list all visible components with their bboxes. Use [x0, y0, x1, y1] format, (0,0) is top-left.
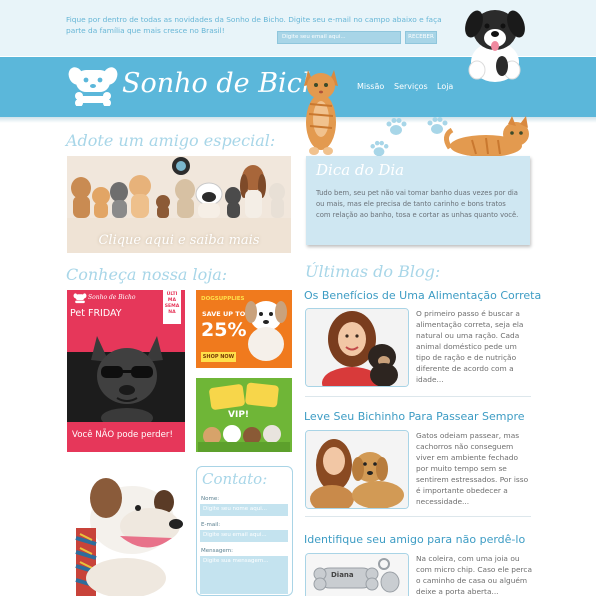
contact-message-textarea[interactable]: Digite sua mensagem... — [200, 556, 288, 594]
contact-form: Contato: Nome: Digite seu nome aqui... E… — [196, 466, 293, 596]
blog-post-title[interactable]: Os Benefícios de Uma Alimentação Correta — [304, 289, 541, 302]
puppy-illustration-icon — [245, 301, 287, 361]
promo-sign — [208, 383, 246, 411]
dogsupplies-brand: DOGSUPPLIES — [201, 296, 245, 302]
promo-brand: Sonho de Bicho — [88, 294, 136, 301]
dogsupplies-promo-banner[interactable]: DOGSUPPLIES SAVE UP TO 25% SHOP NOW — [196, 290, 292, 368]
dog-bone-logo-icon — [68, 67, 118, 106]
woman-with-golden-retriever-photo-icon — [306, 431, 408, 508]
contact-message-label: Mensagem: — [201, 548, 233, 554]
adopt-banner[interactable]: Clique aqui e saiba mais — [67, 156, 291, 253]
site-logo[interactable]: Sonho de Bicho — [67, 64, 335, 108]
french-bulldog-illustration-icon — [91, 336, 163, 422]
blog-post-title[interactable]: Identifique seu amigo para não perdê-lo — [304, 533, 525, 546]
blog-post-excerpt: Na coleira, com uma joia ou com micro ch… — [416, 554, 533, 596]
vip-text: VIP! — [228, 410, 250, 420]
dogsupplies-percent: 25% — [201, 319, 247, 341]
dog-photo-illustration-icon — [75, 478, 183, 596]
contact-email-label: E-mail: — [201, 522, 221, 528]
lying-cat-illustration-icon — [444, 116, 529, 157]
puppy-illustration-icon — [465, 10, 525, 82]
blog-post-excerpt: Gatos odeiam passear, mas cachorros não … — [416, 431, 529, 506]
adopt-section-title: Adote um amigo especial: — [66, 131, 276, 150]
tip-body: Tudo bem, seu pet não vai tomar banho du… — [316, 189, 519, 219]
contact-email-input[interactable]: Digite seu email aqui... — [200, 530, 288, 542]
ginger-cat-illustration-icon — [304, 70, 338, 155]
blog-section-title: Últimas do Blog: — [305, 262, 441, 281]
nav-item-servicos[interactable]: Serviços — [394, 82, 428, 91]
promo-headline: Pet FRIDAY — [70, 308, 122, 319]
blog-divider — [305, 516, 531, 517]
dog-bone-logo-icon — [73, 293, 87, 304]
contact-name-input[interactable]: Digite seu nome aqui... — [200, 504, 288, 516]
dogsupplies-save-text: SAVE UP TO — [202, 310, 246, 318]
pet-tag-name: Diana — [331, 571, 354, 579]
woman-with-dog-photo-icon — [306, 309, 408, 386]
promo-footer-text: Você NÃO pode perder! — [72, 430, 173, 440]
blog-post-thumbnail[interactable] — [305, 308, 409, 387]
dogsupplies-shop-now-button[interactable]: SHOP NOW — [201, 352, 236, 362]
newsletter-email-input[interactable]: Digite seu email aqui... — [277, 31, 401, 44]
newsletter-subscribe-button[interactable]: RECEBER — [405, 31, 437, 44]
blog-post-excerpt: O primeiro passo é buscar a alimentação … — [416, 309, 524, 384]
contact-name-label: Nome: — [201, 496, 220, 502]
blog-divider — [305, 396, 531, 397]
blog-post-title[interactable]: Leve Seu Bichinho Para Passear Sempre — [304, 410, 525, 423]
blog-post-thumbnail[interactable] — [305, 430, 409, 509]
nav-item-loja[interactable]: Loja — [437, 82, 453, 91]
tip-title: Dica do Dia — [316, 161, 405, 179]
pet-id-tag-photo-icon — [306, 554, 408, 596]
paw-print-icon — [386, 118, 407, 135]
store-section-title: Conheça nossa loja: — [66, 265, 228, 284]
pets-group-illustration-icon — [198, 425, 290, 452]
ribbon-line: NA — [168, 310, 176, 315]
contact-title: Contato: — [202, 470, 268, 488]
pet-friday-promo-banner[interactable]: Sonho de Bicho ÚLTI MA SEMA NA Pet FRIDA… — [67, 290, 185, 452]
nav-item-missao[interactable]: Missão — [357, 82, 384, 91]
adopt-cta-link[interactable]: Clique aqui e saiba mais — [67, 233, 291, 248]
promo-ribbon: ÚLTI MA SEMA NA — [163, 290, 181, 324]
blog-post-thumbnail[interactable]: Diana — [305, 553, 409, 596]
promo-sign — [244, 382, 280, 408]
tip-of-the-day-card: Dica do Dia Tudo bem, seu pet não vai to… — [306, 156, 530, 245]
vip-promo-banner[interactable]: VIP! — [196, 378, 292, 452]
